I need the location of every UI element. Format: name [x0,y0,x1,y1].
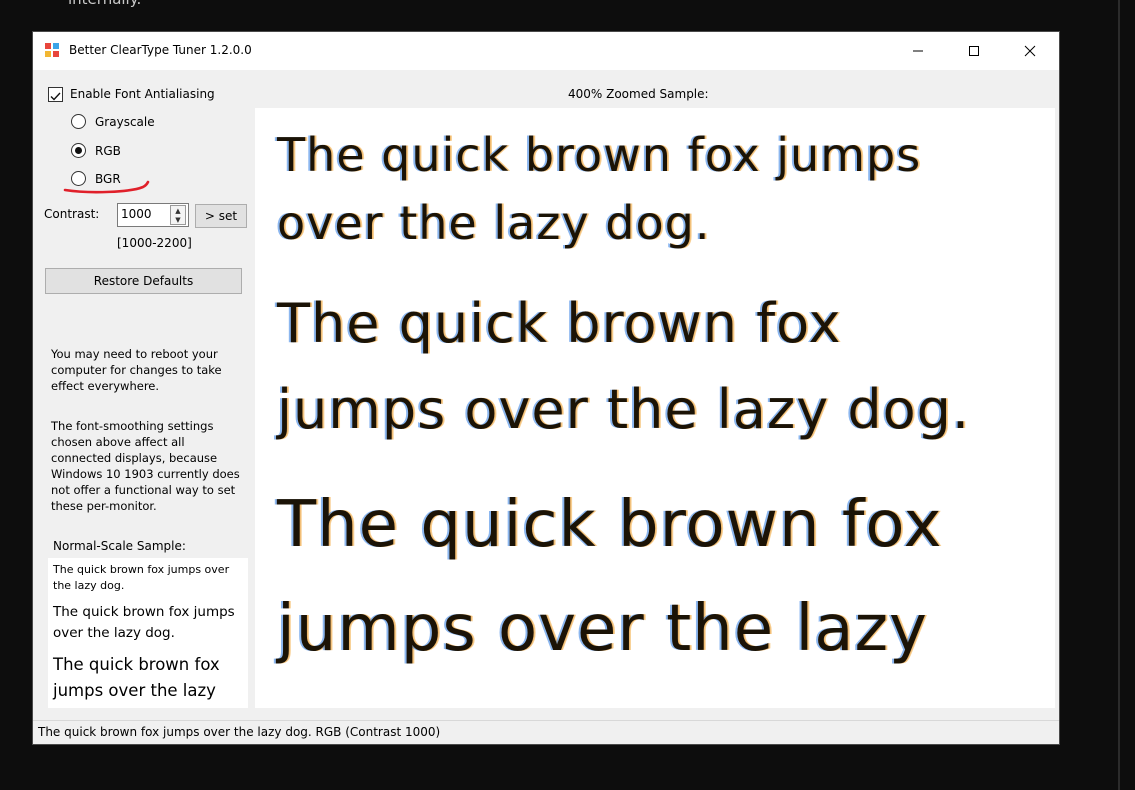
zoomed-line-4: jumps over the lazy dog. [277,378,971,441]
app-icon [45,43,59,57]
app-window: Better ClearType Tuner 1.2.0.0 Enable Fo… [32,31,1060,745]
close-button[interactable] [1007,32,1053,70]
zoomed-line-1: The quick brown fox jumps [277,128,922,182]
contrast-label: Contrast: [44,207,100,221]
restore-defaults-button[interactable]: Restore Defaults [45,268,242,294]
background-scrollbar-rail [1118,0,1120,790]
normal-sample-line-small: The quick brown fox jumps over the lazy … [53,563,230,592]
checkmark-icon [50,92,61,101]
radio-grayscale[interactable] [71,114,86,129]
normal-sample-label: Normal-Scale Sample: [53,539,186,553]
close-icon [1024,45,1036,57]
enable-antialiasing-checkbox[interactable] [48,87,63,102]
red-annotation-underline [63,180,150,194]
zoomed-line-5: The quick brown fox [277,488,943,562]
radio-rgb[interactable] [71,143,86,158]
zoomed-sample-label: 400% Zoomed Sample: [568,87,709,101]
title-bar[interactable]: Better ClearType Tuner 1.2.0.0 [33,32,1059,70]
radio-grayscale-label[interactable]: Grayscale [95,115,155,129]
normal-sample-line-medium: The quick brown fox jumps over the lazy … [53,604,235,641]
normal-sample-line-large: The quick brown fox jumps over the lazy [53,655,220,700]
window-title: Better ClearType Tuner 1.2.0.0 [69,43,252,57]
contrast-spinner[interactable]: ▲ ▼ [170,205,186,225]
contrast-value: 1000 [121,207,152,221]
contrast-input[interactable]: 1000 ▲ ▼ [117,203,189,227]
zoomed-line-2: over the lazy dog. [277,196,711,250]
set-contrast-button[interactable]: > set [195,204,247,228]
zoomed-line-6: jumps over the lazy [277,592,928,666]
minimize-icon [913,50,923,52]
maximize-button[interactable] [951,32,997,70]
normal-sample-panel: The quick brown fox jumps over the lazy … [48,558,248,708]
spin-down-icon[interactable]: ▼ [171,215,185,224]
spin-up-icon[interactable]: ▲ [171,206,185,215]
zoomed-line-3: The quick brown fox [277,292,842,355]
minimize-button[interactable] [895,32,941,70]
radio-selected-dot [75,147,82,154]
contrast-range-text: [1000-2200] [117,236,192,250]
enable-antialiasing-label[interactable]: Enable Font Antialiasing [70,87,215,101]
reboot-note: You may need to reboot your computer for… [51,347,222,393]
background-caption-text: internally. [68,0,141,8]
radio-rgb-label[interactable]: RGB [95,144,121,158]
status-text: The quick brown fox jumps over the lazy … [38,725,441,739]
status-bar: The quick brown fox jumps over the lazy … [33,720,1059,744]
maximize-icon [969,46,979,56]
zoomed-sample-panel: The quick brown fox jumps over the lazy … [255,108,1055,708]
displays-note: The font-smoothing settings chosen above… [51,419,240,513]
